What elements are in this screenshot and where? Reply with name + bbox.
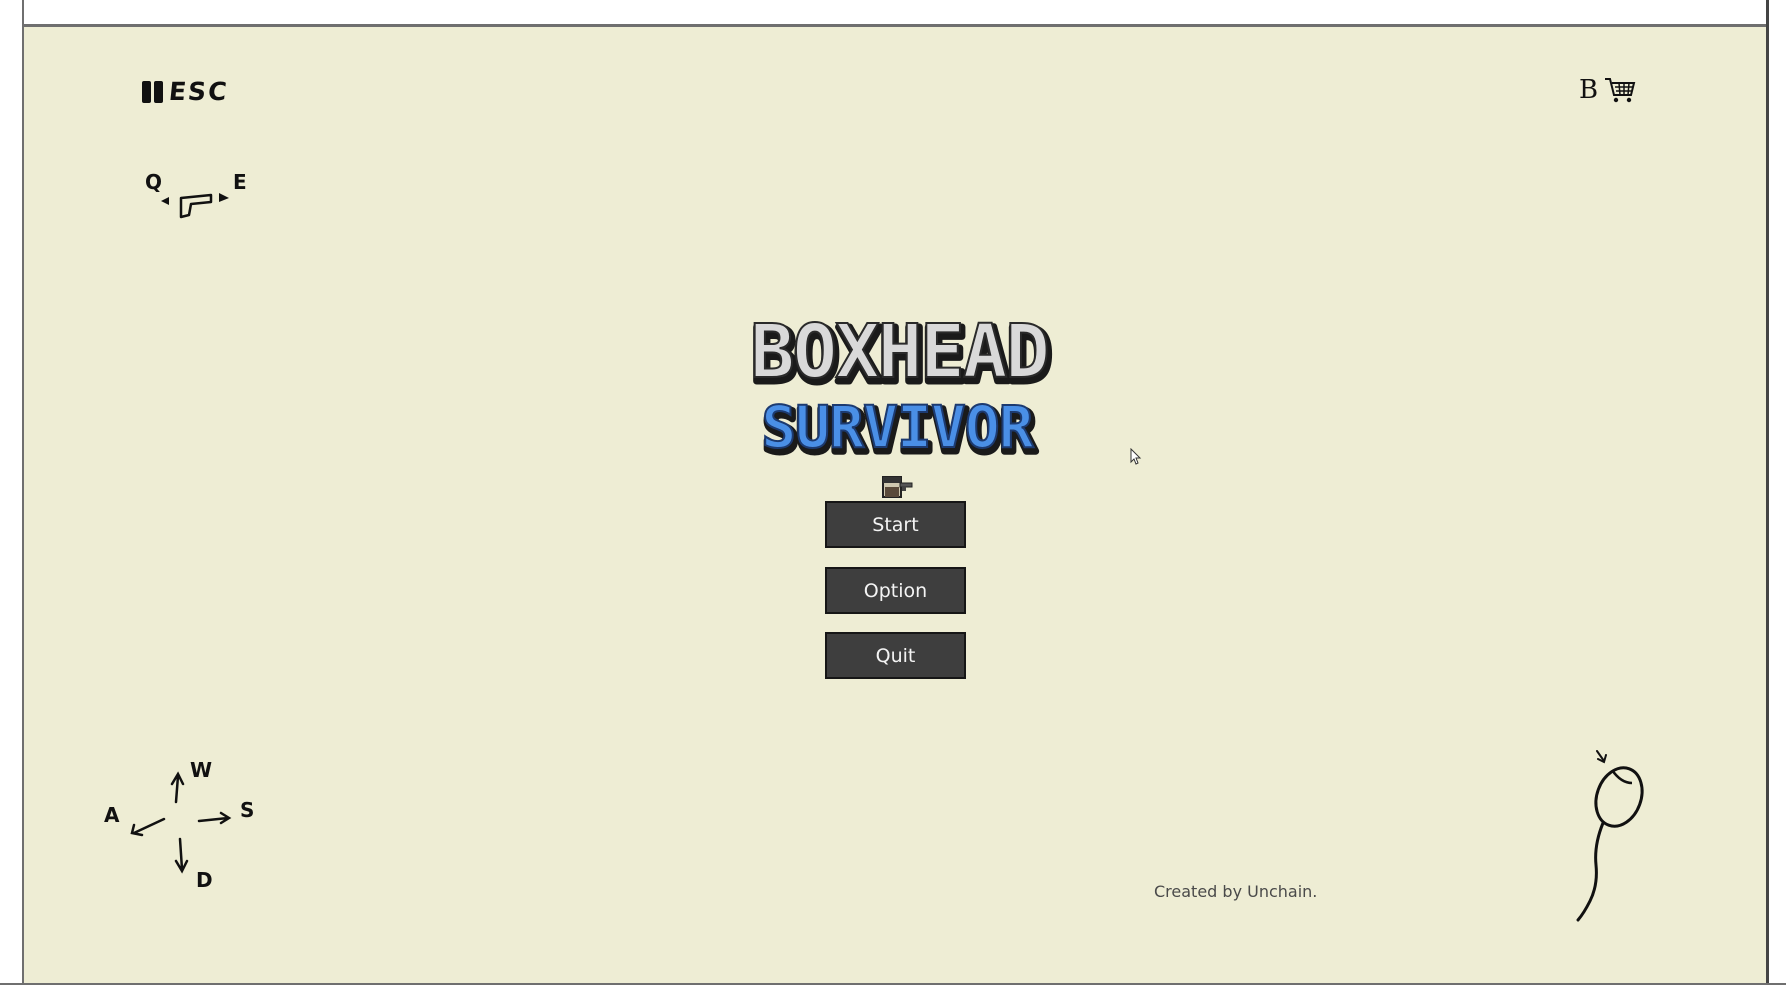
arrow-left-icon	[130, 817, 166, 837]
move-key-left: A	[104, 803, 120, 827]
game-logo: BOXHEAD BOXHEAD SURVIVOR SURVIVOR	[749, 309, 1056, 469]
movement-hint: W A S D	[104, 758, 254, 892]
credit-text: Created by Unchain.	[1154, 882, 1318, 901]
pause-icon	[142, 80, 163, 103]
game-stage: ESC B Q E W A S D BOXHEAD BOXHEAD SURVIV…	[24, 27, 1766, 983]
arrow-right-icon	[197, 811, 232, 825]
window-frame-right	[1766, 0, 1786, 1005]
start-button[interactable]: Start	[825, 501, 966, 548]
quit-button[interactable]: Quit	[825, 632, 966, 679]
cursor-icon	[1130, 448, 1142, 465]
arrow-down-icon	[174, 837, 189, 874]
weapon-switch-hint: Q E	[145, 170, 247, 219]
window-frame-bottom	[0, 983, 1786, 1007]
arrow-left-icon	[161, 197, 169, 205]
arrow-right-icon	[219, 193, 229, 202]
weapon-next-key: E	[233, 170, 247, 194]
move-key-up: W	[190, 758, 212, 782]
logo-subtitle: SURVIVOR	[761, 393, 1033, 461]
mouse-icon	[1576, 750, 1644, 922]
pause-hint: ESC	[142, 77, 230, 106]
move-key-down: D	[196, 868, 213, 892]
shop-hint: B	[1579, 75, 1636, 105]
pistol-icon	[179, 193, 213, 219]
option-button[interactable]: Option	[825, 567, 966, 614]
move-key-right: S	[240, 798, 254, 822]
logo-title: BOXHEAD	[750, 309, 1048, 395]
pause-key-label: ESC	[167, 77, 230, 106]
shop-key-label: B	[1579, 75, 1599, 105]
window-frame-top	[0, 0, 1786, 27]
cart-icon	[1605, 78, 1636, 103]
arrow-up-icon	[170, 771, 185, 804]
window-frame-left	[0, 0, 24, 1005]
weapon-prev-key: Q	[145, 170, 162, 194]
player-character-icon	[882, 476, 913, 498]
